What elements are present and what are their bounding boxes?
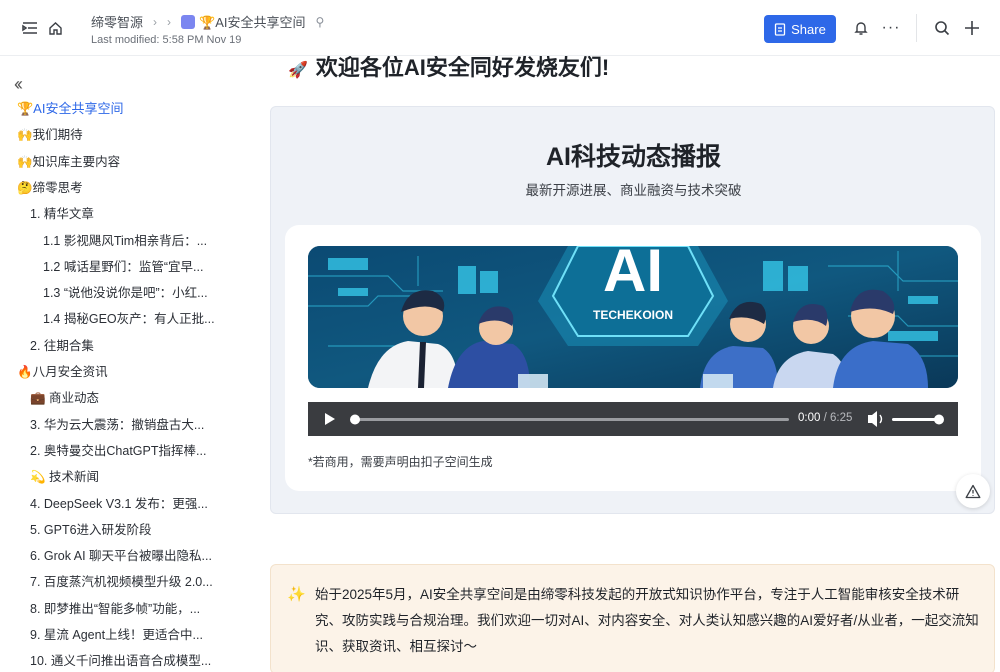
time-display: 0:00 / 6:25 bbox=[798, 412, 852, 424]
audio-player: 0:00 / 6:25 bbox=[308, 402, 958, 436]
lock-doc-icon bbox=[774, 22, 786, 36]
sidebar-item[interactable]: 🔥八月安全资讯 bbox=[0, 359, 232, 385]
sidebar-item[interactable]: 4. DeepSeek V3.1 发布：更强... bbox=[0, 491, 232, 517]
sidebar-item[interactable]: 1. 精华文章 bbox=[0, 201, 232, 227]
sidebar-item[interactable]: 1.3 “说他没说你是吧”：小红... bbox=[0, 280, 218, 306]
sidebar-item[interactable]: 2. 往期合集 bbox=[0, 333, 232, 359]
breadcrumb: 缔零智源 › › 🏆AI安全共享空间 ⚲ bbox=[91, 12, 324, 31]
divider bbox=[916, 14, 917, 42]
sidebar-item[interactable]: 💼 商业动态 bbox=[0, 385, 232, 411]
sidebar-item[interactable]: 5. GPT6进入研发阶段 bbox=[0, 517, 232, 543]
current-time: 0:00 bbox=[798, 412, 821, 424]
banner-brand-text: TECHEKOION bbox=[593, 308, 673, 322]
intro-callout: ✨ 始于2025年5月，AI安全共享空间是由缔零科技发起的开放式知识协作平台，专… bbox=[270, 564, 995, 672]
share-label: Share bbox=[791, 21, 826, 37]
card-title: AI科技动态播报 bbox=[545, 143, 721, 171]
sidebar-item[interactable]: 3. 华为云大震荡：撤销盘古大... bbox=[0, 412, 232, 438]
plus-icon[interactable] bbox=[962, 18, 982, 38]
play-icon[interactable] bbox=[325, 413, 335, 425]
sidebar-item[interactable]: 8. 即梦推出“智能多帧”功能，... bbox=[0, 596, 232, 622]
share-button[interactable]: Share bbox=[764, 15, 836, 43]
card-subtitle: 最新开源进展、商业融资与技术突破 bbox=[525, 183, 742, 198]
sidebar-item[interactable]: 9. 星流 Agent上线！更适合中... bbox=[0, 622, 232, 648]
bell-icon[interactable] bbox=[851, 18, 871, 38]
main-content: 🚀 欢迎各位AI安全同好发烧友们! AI科技动态播报 最新开源进展、商业融资与技术… bbox=[240, 56, 1000, 672]
ai-news-card: AI科技动态播报 最新开源进展、商业融资与技术突破 AI TECHEKOION … bbox=[270, 106, 995, 514]
sidebar-item[interactable]: 1.1 影视飓风Tim相亲背后：... bbox=[0, 228, 218, 254]
sidebar-item[interactable]: 🙌知识库主要内容 bbox=[0, 149, 232, 175]
page-heading-text: 欢迎各位AI安全同好发烧友们! bbox=[315, 56, 610, 80]
doc-icon bbox=[181, 14, 196, 29]
sparkle-icon: ✨ bbox=[287, 586, 306, 603]
sidebar-item[interactable]: 7. 百度蒸汽机视频模型升级 2.0... bbox=[0, 569, 232, 595]
sidebar: ‹‹ 🏆AI安全共享空间 🙌我们期待 🙌知识库主要内容 🤔缔零思考 1. 精华文章 1.1… bbox=[0, 56, 232, 672]
last-modified: Last modified: 5:58 PM Nov 19 bbox=[91, 34, 242, 46]
sidebar-item[interactable]: 🏆AI安全共享空间 bbox=[0, 96, 232, 122]
sidebar-item[interactable]: 🤔缔零思考 bbox=[0, 175, 232, 201]
callout-text: 始于2025年5月，AI安全共享空间是由缔零科技发起的开放式知识协作平台，专注于… bbox=[315, 587, 979, 654]
home-icon[interactable] bbox=[45, 18, 65, 38]
sidebar-item[interactable]: 1.2 喊话星野们：监管“宜早... bbox=[0, 254, 218, 280]
sidebar-item[interactable]: 10. 通义千问推出语音合成模型... bbox=[0, 648, 232, 672]
feedback-button[interactable] bbox=[956, 474, 990, 508]
volume-slider[interactable] bbox=[892, 418, 940, 421]
collapse-sidebar-icon[interactable]: ‹‹ bbox=[14, 74, 23, 95]
sidebar-item[interactable]: 1.4 揭秘GEO灰产：有人正批... bbox=[0, 306, 218, 332]
sidebar-item[interactable]: 💫 技术新闻 bbox=[0, 464, 232, 490]
sidebar-item[interactable]: 2. 奥特曼交出ChatGPT指挥棒... bbox=[0, 438, 232, 464]
banner-image: AI TECHEKOION bbox=[308, 246, 958, 388]
media-panel: AI TECHEKOION 0:00 / 6:25 *若商用，需要声明由扣子空间… bbox=[285, 225, 981, 491]
pin-icon[interactable]: ⚲ bbox=[316, 15, 325, 29]
breadcrumb-root[interactable]: 缔零智源 bbox=[91, 12, 143, 31]
page-heading: 🚀 欢迎各位AI安全同好发烧友们! bbox=[288, 56, 609, 82]
chevron-right-icon: › bbox=[167, 14, 172, 29]
toggle-sidebar-icon[interactable] bbox=[20, 18, 40, 38]
chevron-right-icon: › bbox=[153, 14, 158, 29]
rocket-icon: 🚀 bbox=[288, 62, 308, 79]
sidebar-item[interactable]: 🙌我们期待 bbox=[0, 122, 232, 148]
warning-icon bbox=[965, 484, 981, 498]
banner-big-text: AI bbox=[603, 246, 663, 304]
usage-note: *若商用，需要声明由扣子空间生成 bbox=[308, 455, 493, 469]
search-icon[interactable] bbox=[932, 18, 952, 38]
top-bar: 缔零智源 › › 🏆AI安全共享空间 ⚲ Last modified: 5:58… bbox=[0, 0, 1000, 56]
volume-knob[interactable] bbox=[934, 414, 944, 425]
sidebar-item[interactable]: 6. Grok AI 聊天平台被曝出隐私... bbox=[0, 543, 232, 569]
more-icon[interactable]: ··· bbox=[881, 18, 901, 38]
progress-knob[interactable] bbox=[350, 414, 360, 425]
progress-track[interactable] bbox=[355, 418, 789, 421]
volume-icon[interactable] bbox=[868, 411, 877, 427]
total-time: / 6:25 bbox=[823, 412, 853, 424]
breadcrumb-current[interactable]: 🏆AI安全共享空间 bbox=[199, 12, 305, 31]
